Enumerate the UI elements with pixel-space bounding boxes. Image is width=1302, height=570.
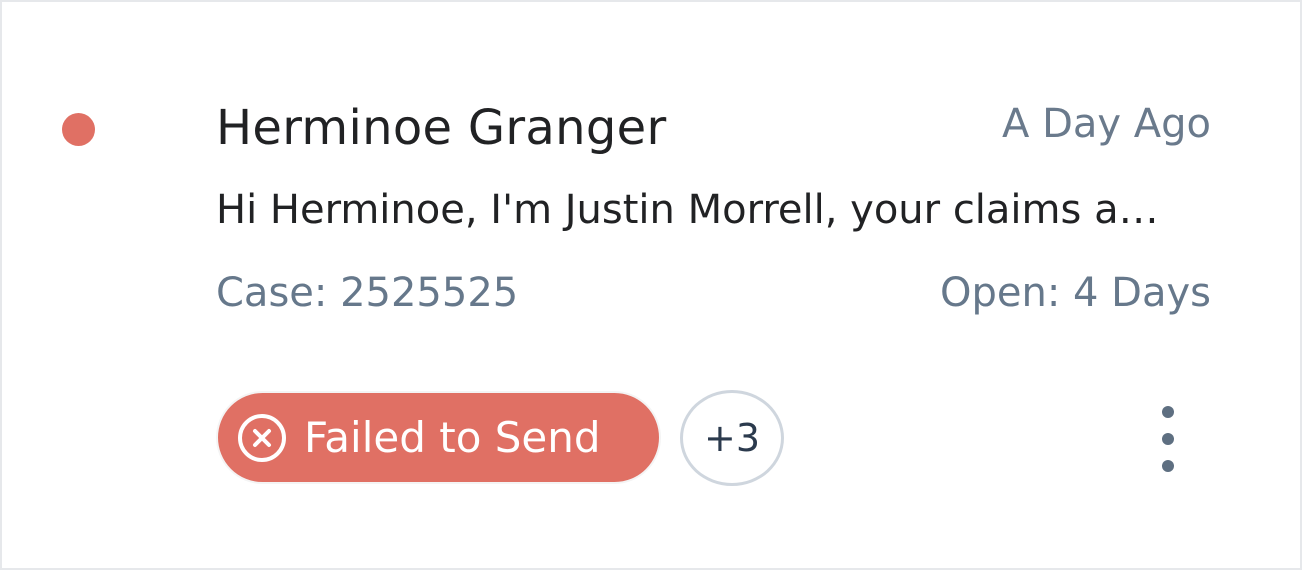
kebab-dot — [1162, 460, 1174, 472]
more-tags-badge[interactable]: +3 — [680, 390, 784, 486]
message-preview: Hi Herminoe, I'm Justin Morrell, your cl… — [216, 187, 1166, 233]
message-card[interactable]: Herminoe Granger A Day Ago Hi Herminoe, … — [0, 0, 1302, 570]
case-number: Case: 2525525 — [216, 270, 519, 316]
kebab-dot — [1162, 433, 1174, 445]
kebab-dot — [1162, 406, 1174, 418]
timestamp: A Day Ago — [1001, 101, 1211, 147]
contact-name: Herminoe Granger — [216, 100, 667, 156]
unread-indicator — [62, 113, 95, 146]
kebab-menu-icon[interactable] — [1147, 406, 1189, 472]
x-circle-icon — [238, 413, 286, 462]
status-badge-label: Failed to Send — [304, 412, 601, 462]
status-badge-failed[interactable]: Failed to Send — [216, 391, 661, 484]
open-duration: Open: 4 Days — [939, 270, 1211, 316]
